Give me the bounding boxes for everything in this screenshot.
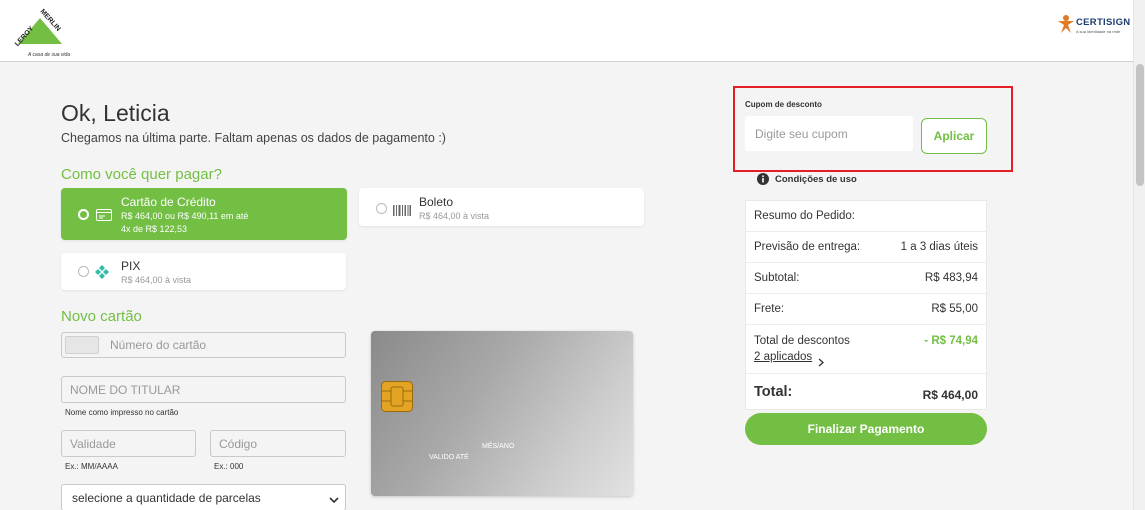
page-subtitle: Chegamos na última parte. Faltam apenas … xyxy=(61,131,446,145)
pix-radio[interactable] xyxy=(78,266,89,277)
page-title: Ok, Leticia xyxy=(61,100,170,126)
subtotal-row: Subtotal: R$ 483,94 xyxy=(746,263,986,294)
finish-payment-button[interactable]: Finalizar Pagamento xyxy=(745,413,987,445)
coupon-input[interactable] xyxy=(745,116,913,151)
pix-icon xyxy=(95,265,109,284)
info-icon xyxy=(757,173,769,188)
security-code-hint: Ex.: 000 xyxy=(214,462,244,471)
chevron-down-icon xyxy=(329,493,339,507)
card-chip-icon xyxy=(381,381,413,412)
shipping-value: R$ 55,00 xyxy=(931,303,978,315)
subtotal-value: R$ 483,94 xyxy=(924,272,978,284)
pix-price: R$ 464,00 à vista xyxy=(121,275,192,285)
total-row: Total: R$ 464,00 xyxy=(746,374,986,411)
credit-card-label: Cartão de Crédito xyxy=(121,195,216,209)
summary-title-row: Resumo do Pedido: xyxy=(746,201,986,232)
terms-label: Condições de uso xyxy=(775,174,857,185)
delivery-label: Previsão de entrega: xyxy=(754,241,861,253)
installments-select[interactable]: selecione a quantidade de parcelas xyxy=(61,484,346,510)
new-card-section-title: Novo cartão xyxy=(61,308,142,325)
boleto-label: Boleto xyxy=(419,195,454,209)
credit-card-preview: MÊS/ANO VALIDO ATÉ xyxy=(371,331,633,496)
certisign-tagline: A sua identidade na rede xyxy=(1076,29,1121,34)
payment-option-boleto[interactable]: Boleto R$ 464,00 à vista xyxy=(359,188,644,226)
card-holder-hint: Nome como impresso no cartão xyxy=(65,408,179,417)
certisign-name: CERTISIGN xyxy=(1076,17,1131,28)
discounts-label: Total de descontos xyxy=(754,335,850,347)
credit-card-icon xyxy=(96,208,112,226)
discounts-value: - R$ 74,94 xyxy=(924,335,978,347)
order-summary: Resumo do Pedido: Previsão de entrega: 1… xyxy=(745,200,987,410)
summary-title: Resumo do Pedido: xyxy=(754,210,856,222)
card-number-wrapper xyxy=(61,332,346,358)
validity-hint: Ex.: MM/AAAA xyxy=(65,462,118,471)
boleto-price: R$ 464,00 à vista xyxy=(419,211,490,221)
card-holder-input[interactable] xyxy=(61,376,346,403)
credit-card-price: R$ 464,00 ou R$ 490,11 em até xyxy=(121,211,249,221)
credit-card-radio[interactable] xyxy=(78,209,89,220)
certisign-logo: CERTISIGN A sua identidade na rede xyxy=(1056,10,1132,40)
card-valid-label: VALIDO ATÉ xyxy=(429,454,469,461)
card-expiry-label: MÊS/ANO xyxy=(482,443,515,450)
discounts-row: Total de descontos - R$ 74,94 2 aplicado… xyxy=(746,325,986,374)
payment-option-credit-card[interactable]: Cartão de Crédito R$ 464,00 ou R$ 490,11… xyxy=(61,188,347,240)
page-scrollbar[interactable] xyxy=(1133,0,1145,510)
delivery-row: Previsão de entrega: 1 a 3 dias úteis xyxy=(746,232,986,263)
security-code-input[interactable] xyxy=(210,430,346,457)
shipping-row: Frete: R$ 55,00 xyxy=(746,294,986,325)
card-brand-icon xyxy=(65,336,99,354)
total-label: Total: xyxy=(754,384,793,400)
scrollbar-thumb[interactable] xyxy=(1136,64,1144,186)
subtotal-label: Subtotal: xyxy=(754,272,800,284)
validity-input[interactable] xyxy=(61,430,196,457)
credit-card-installments: 4x de R$ 122,53 xyxy=(121,224,188,234)
discounts-applied-link[interactable]: 2 aplicados xyxy=(754,351,812,363)
payment-section-title: Como você quer pagar? xyxy=(61,166,222,183)
coupon-label: Cupom de desconto xyxy=(745,100,822,109)
barcode-icon xyxy=(393,203,411,221)
apply-coupon-button[interactable]: Aplicar xyxy=(921,118,987,154)
shipping-label: Frete: xyxy=(754,303,785,315)
pix-label: PIX xyxy=(121,259,141,273)
total-value: R$ 464,00 xyxy=(922,388,978,402)
boleto-radio[interactable] xyxy=(376,203,387,214)
logo-tagline: A casa de sua vida xyxy=(28,52,71,58)
delivery-value: 1 a 3 dias úteis xyxy=(900,241,978,253)
leroy-merlin-logo[interactable]: LEROY MERLIN A casa de sua vida xyxy=(10,8,72,58)
card-number-input[interactable] xyxy=(102,333,342,357)
header-bar: LEROY MERLIN A casa de sua vida CERTISIG… xyxy=(0,0,1133,62)
payment-option-pix[interactable]: PIX R$ 464,00 à vista xyxy=(61,253,346,290)
chevron-right-icon[interactable] xyxy=(818,354,824,372)
installments-selected-value: selecione a quantidade de parcelas xyxy=(72,491,261,505)
